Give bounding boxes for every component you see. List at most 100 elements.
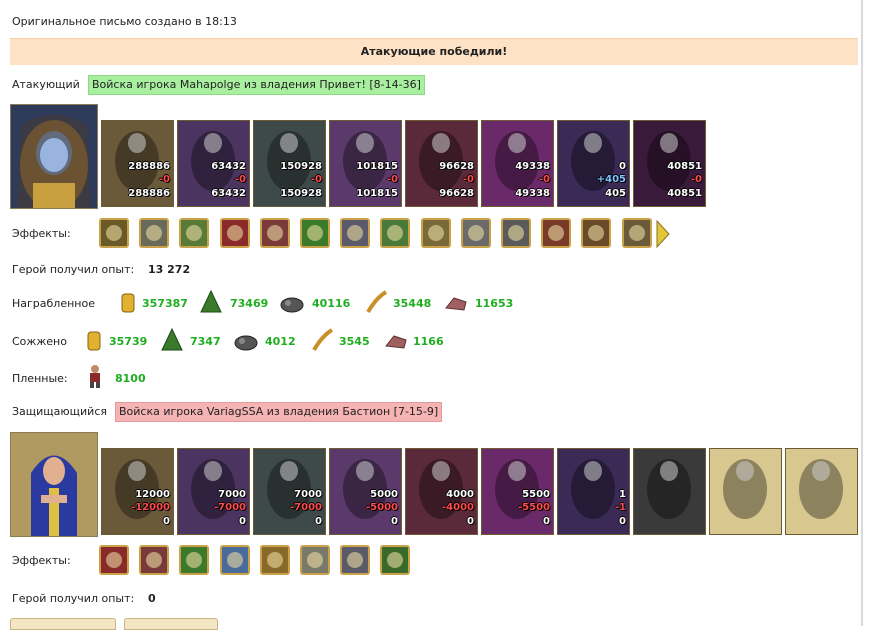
attacker-unit-count-3: 63432 [211, 188, 246, 199]
burned-value: 4012 [265, 335, 296, 348]
effects-next-arrow-icon[interactable] [656, 219, 670, 251]
defender-unit-count-2: -4000 [442, 502, 474, 513]
grain-icon [310, 328, 334, 352]
defender-exp-label: Герой получил опыт: [12, 592, 135, 605]
stone-icon [384, 328, 408, 352]
defender-unit-count-3: 0 [239, 516, 246, 527]
sword-icon[interactable] [340, 545, 371, 575]
attacker-unit-count-1: 150928 [280, 161, 322, 172]
defender-unit[interactable] [785, 448, 858, 535]
defender-unit-count-2: -12000 [131, 502, 170, 513]
skull-helmet-icon[interactable] [460, 218, 491, 248]
attacker-unit[interactable]: 288886 -0 288886 [101, 120, 174, 207]
attacker-unit-count-3: 49338 [515, 188, 550, 199]
attacker-unit-count-3: 405 [605, 188, 626, 199]
defender-unit[interactable]: 7000 -7000 0 [177, 448, 250, 535]
defender-unit-count-2: -7000 [214, 502, 246, 513]
defender-unit-count-1: 5000 [370, 489, 398, 500]
attacker-unit[interactable]: 40851 -0 40851 [633, 120, 706, 207]
defender-unit-count-1: 12000 [135, 489, 170, 500]
captive-icon [86, 364, 104, 391]
attacker-unit-count-1: 63432 [211, 161, 246, 172]
grain-icon [364, 290, 388, 314]
heart-icon[interactable] [219, 218, 250, 248]
hand-heart-icon[interactable] [259, 218, 290, 248]
defender-army-tag[interactable]: Войска игрока VariagSSA из владения Баст… [115, 402, 443, 422]
bottom-tab-1[interactable] [10, 618, 116, 630]
wood-icon [160, 327, 184, 352]
green-potion-icon[interactable] [179, 545, 210, 575]
loot-value: 40116 [312, 297, 351, 310]
defender-unit[interactable]: 5500 -5500 0 [481, 448, 554, 535]
attacker-effects-label: Эффекты: [12, 227, 71, 240]
attacker-unit-count-1: 49338 [515, 161, 550, 172]
heart-icon[interactable] [99, 545, 129, 575]
attacker-unit-count-2: +405 [596, 174, 626, 185]
defender-unit-count-1: 5500 [522, 489, 550, 500]
xp-icon[interactable] [380, 545, 411, 575]
defender-unit-count-3: 0 [391, 516, 398, 527]
attacker-unit-count-1: 288886 [128, 161, 170, 172]
attacker-unit-count-1: 40851 [667, 161, 702, 172]
attacker-unit-count-3: 101815 [356, 188, 398, 199]
defender-unit-count-1: 1 [619, 489, 626, 500]
skull-bone-icon[interactable] [139, 218, 170, 248]
defender-unit-count-2: -7000 [290, 502, 322, 513]
page-right-border [861, 0, 863, 626]
scroll-icon[interactable] [300, 545, 330, 575]
hourglass-icon[interactable] [99, 218, 129, 248]
gold-icon [82, 328, 106, 352]
defender-unit-count-3: 0 [315, 516, 322, 527]
attacker-unit[interactable]: 96628 -0 96628 [405, 120, 478, 207]
ore-icon [234, 328, 258, 352]
question-icon[interactable] [219, 545, 250, 575]
defender-unit-count-2: -5500 [518, 502, 550, 513]
web-icon[interactable] [501, 218, 531, 248]
defender-exp-value: 0 [148, 592, 156, 605]
wood-icon [199, 289, 223, 314]
shield-icon[interactable] [541, 218, 572, 248]
defender-unit-count-1: 4000 [446, 489, 474, 500]
attacker-unit[interactable]: 101815 -0 101815 [329, 120, 402, 207]
attacker-exp-label: Герой получил опыт: [12, 263, 135, 276]
attacker-unit[interactable]: 49338 -0 49338 [481, 120, 554, 207]
bottom-tab-2[interactable] [124, 618, 218, 630]
hand-heart-icon[interactable] [139, 545, 170, 575]
defender-unit[interactable]: 4000 -4000 0 [405, 448, 478, 535]
burned-value: 3545 [339, 335, 370, 348]
loot-value: 73469 [230, 297, 269, 310]
defender-unit-count-3: 0 [467, 516, 474, 527]
attacker-unit[interactable]: 0 +405 405 [557, 120, 630, 207]
attacker-hero-portrait[interactable] [10, 104, 98, 209]
defender-unit-count-2: -1 [614, 502, 626, 513]
bee-icon[interactable] [259, 545, 290, 575]
defender-unit[interactable]: 5000 -5000 0 [329, 448, 402, 535]
attacker-unit[interactable]: 63432 -0 63432 [177, 120, 250, 207]
attacker-army-tag[interactable]: Войска игрока Mahapolge из владения Прив… [88, 75, 425, 95]
defender-unit[interactable] [709, 448, 782, 535]
candle-icon[interactable] [420, 218, 451, 248]
burned-value: 7347 [190, 335, 221, 348]
sword-icon[interactable] [340, 218, 371, 248]
attacker-unit-count-1: 0 [619, 161, 626, 172]
created-time: Оригинальное письмо создано в 18:13 [12, 15, 237, 28]
loot-value: 35448 [393, 297, 432, 310]
green-potion-icon[interactable] [300, 218, 330, 248]
defender-unit[interactable]: 12000 -12000 0 [101, 448, 174, 535]
attacker-unit-count-2: -0 [690, 174, 702, 185]
loot-label: Награбленное [12, 297, 95, 310]
defender-effects-label: Эффекты: [12, 554, 71, 567]
defender-hero-portrait[interactable] [10, 432, 98, 537]
chest-icon[interactable] [581, 218, 612, 248]
arrow-scroll-icon[interactable] [179, 218, 210, 248]
burned-value: 35739 [109, 335, 148, 348]
potion-plus-icon[interactable] [380, 218, 411, 248]
attacker-unit-count-2: -0 [386, 174, 398, 185]
defender-unit[interactable]: 7000 -7000 0 [253, 448, 326, 535]
defender-unit[interactable]: 1 -1 0 [557, 448, 630, 535]
burned-label: Сожжено [12, 335, 67, 348]
attacker-unit[interactable]: 150928 -0 150928 [253, 120, 326, 207]
claw-icon[interactable] [621, 218, 652, 248]
defender-unit[interactable] [633, 448, 706, 535]
attacker-unit-count-2: -0 [538, 174, 550, 185]
